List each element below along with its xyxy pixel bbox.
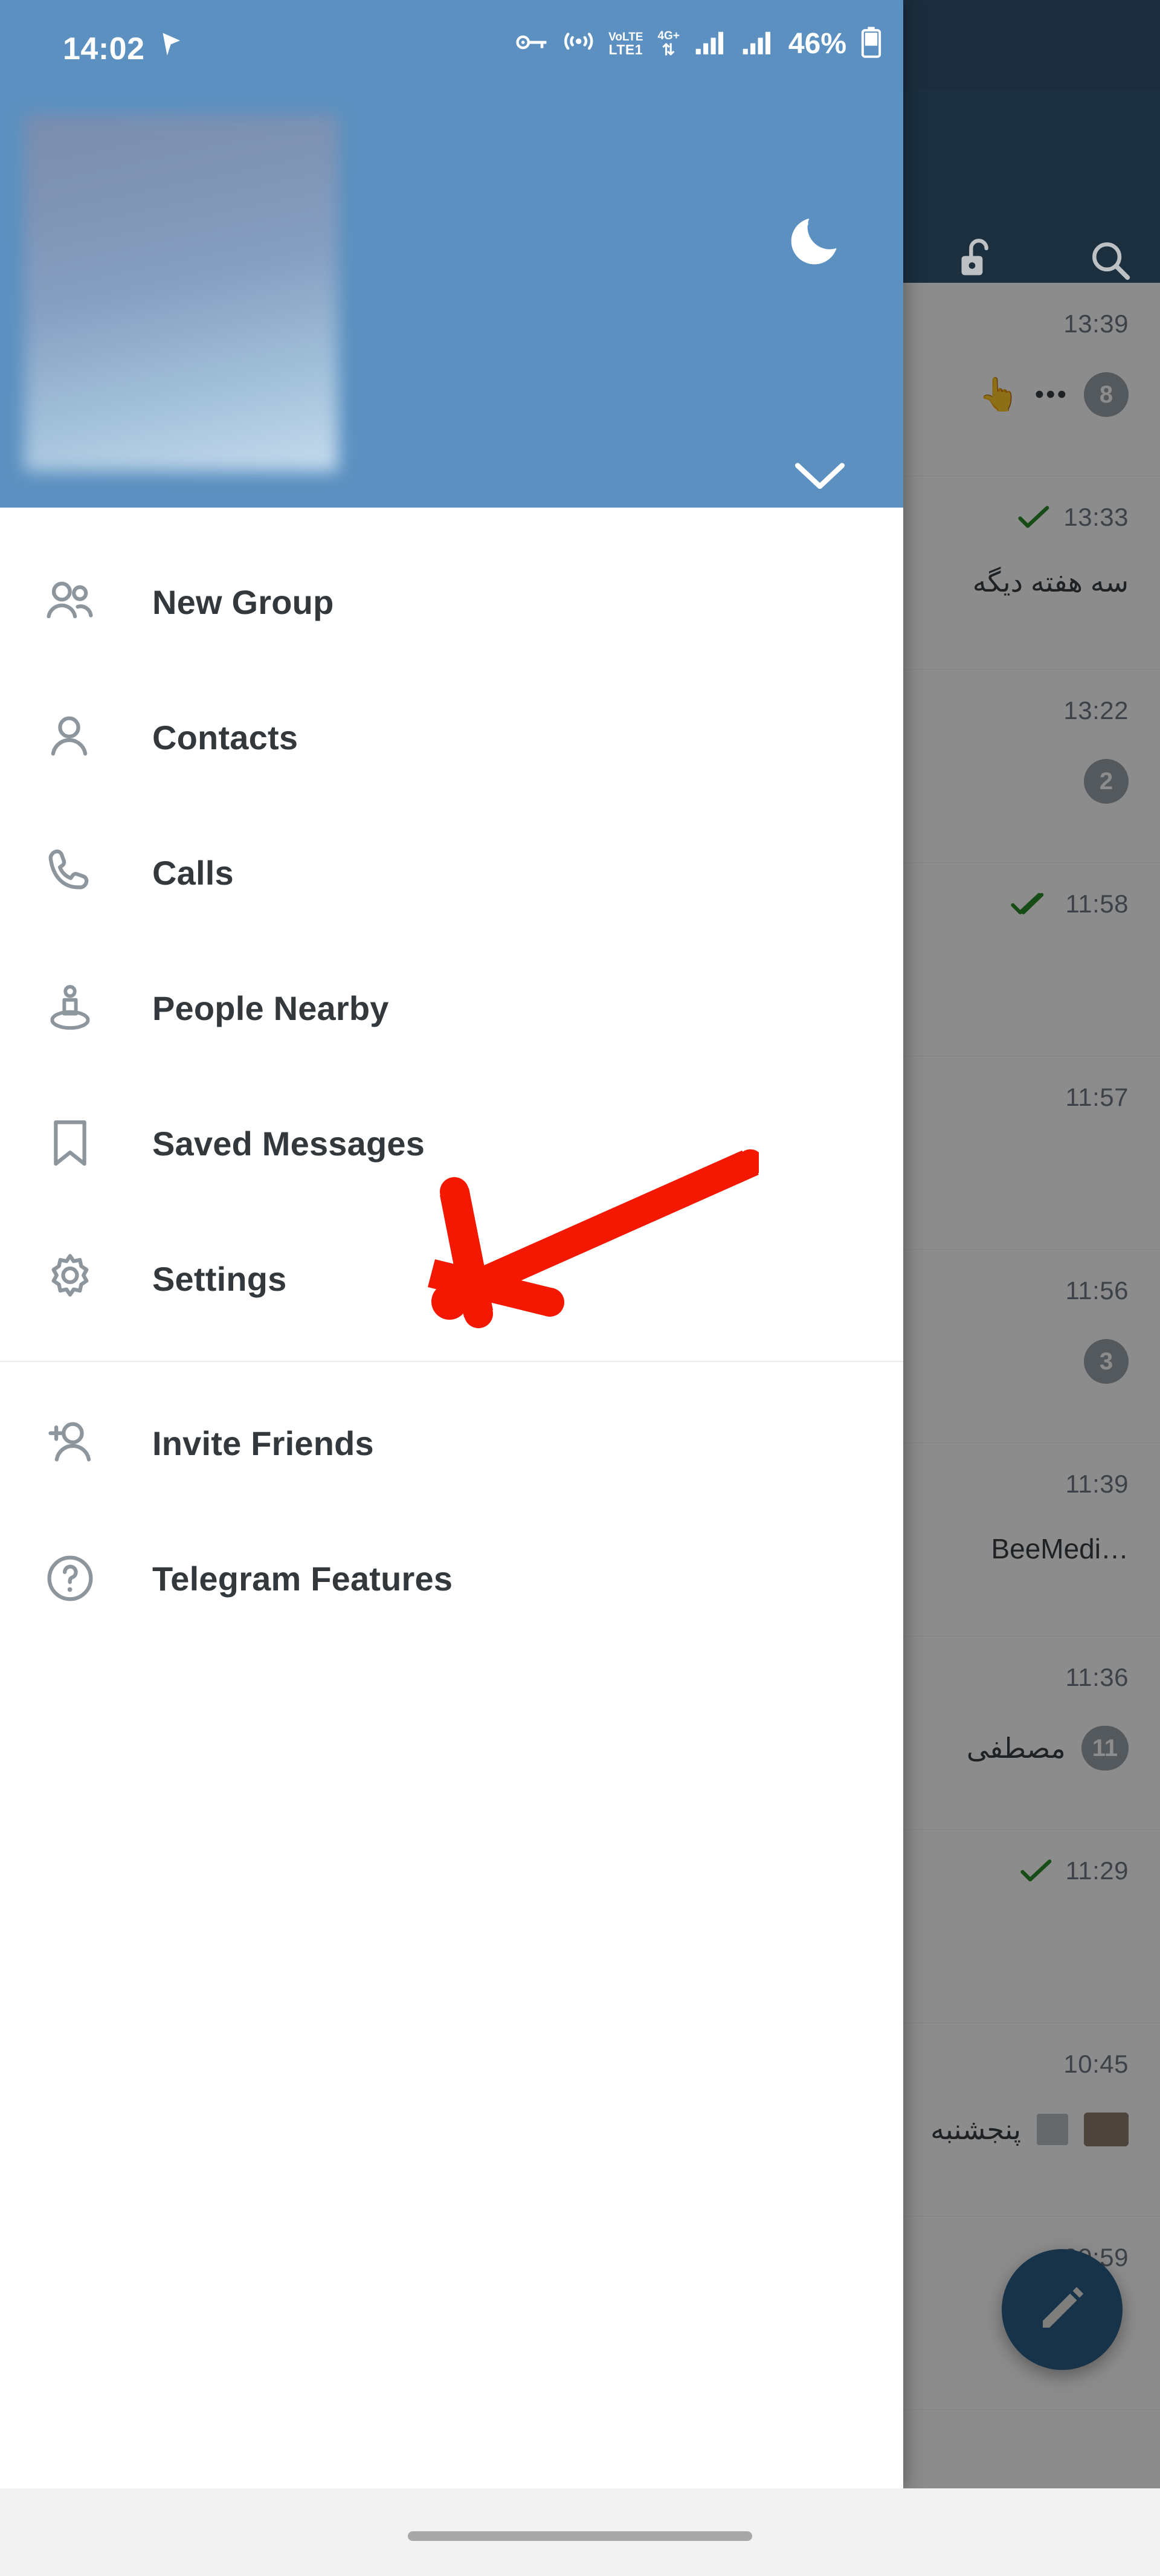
media-thumbnail	[1084, 2113, 1129, 2146]
people-group-icon	[41, 573, 114, 631]
compose-fab-button[interactable]	[1002, 2249, 1123, 2370]
chat-snippet: سه هفته دیگه	[973, 566, 1129, 598]
drawer-header	[0, 89, 903, 508]
question-circle-icon	[41, 1549, 114, 1607]
menu-item-label: Invite Friends	[152, 1424, 374, 1463]
battery-percent-label: 46%	[788, 27, 846, 60]
menu-item-telegram-features[interactable]: Telegram Features	[0, 1511, 903, 1646]
gear-icon	[41, 1250, 114, 1308]
people-nearby-icon	[41, 979, 114, 1037]
gesture-navigation-bar	[0, 2488, 1160, 2576]
menu-item-label: New Group	[152, 583, 334, 622]
unlock-icon[interactable]	[956, 234, 1002, 285]
unread-badge: 2	[1084, 759, 1129, 804]
status-bar-left: 14:02	[63, 30, 184, 67]
attachment-icon	[1037, 2114, 1068, 2145]
double-check-icon	[1010, 891, 1052, 917]
search-icon[interactable]	[1086, 236, 1133, 283]
chat-timestamp: 13:39	[1063, 309, 1129, 338]
hand-emoji: 👆	[979, 378, 1019, 411]
menu-item-label: Calls	[152, 853, 234, 893]
status-bar-right: VoLTE LTE1 4G+ ⇅	[515, 27, 903, 61]
single-check-icon	[1017, 505, 1050, 530]
location-arrow-icon	[158, 30, 184, 67]
menu-item-settings[interactable]: Settings	[0, 1211, 903, 1346]
chat-timestamp: 11:57	[1066, 1083, 1129, 1112]
menu-item-contacts[interactable]: Contacts	[0, 670, 903, 805]
menu-item-saved-messages[interactable]: Saved Messages	[0, 1076, 903, 1211]
signal-sim2-icon	[741, 28, 774, 59]
menu-item-new-group[interactable]: New Group	[0, 534, 903, 670]
menu-item-label: Telegram Features	[152, 1559, 453, 1598]
avatar[interactable]	[24, 115, 338, 471]
bookmark-icon	[41, 1114, 114, 1172]
clock-label: 14:02	[63, 31, 145, 67]
navigation-drawer[interactable]: 14:02	[0, 0, 903, 2490]
chat-snippet: BeeMedi…	[991, 1532, 1129, 1565]
menu-item-label: Contacts	[152, 718, 298, 757]
battery-icon	[861, 27, 881, 61]
unread-badge: 3	[1084, 1339, 1129, 1384]
menu-divider	[0, 1361, 903, 1362]
chat-snippet: مصطفی	[967, 1732, 1066, 1764]
volte-lte-icon: VoLTE LTE1	[608, 31, 643, 57]
menu-item-invite-friends[interactable]: Invite Friends	[0, 1375, 903, 1511]
chat-timestamp: 11:58	[1066, 889, 1129, 918]
single-check-icon	[1020, 1858, 1052, 1884]
chat-timestamp: 13:22	[1063, 696, 1129, 725]
phone-icon	[41, 844, 114, 902]
chat-timestamp: 11:39	[1066, 1470, 1129, 1499]
menu-item-label: Settings	[152, 1259, 287, 1299]
vpn-key-icon	[515, 30, 549, 57]
person-icon	[41, 708, 114, 766]
menu-item-calls[interactable]: Calls	[0, 805, 903, 940]
signal-sim1-icon	[694, 28, 727, 59]
menu-item-label: People Nearby	[152, 989, 389, 1028]
moon-icon[interactable]	[785, 208, 848, 274]
person-add-icon	[41, 1414, 114, 1472]
menu-item-label: Saved Messages	[152, 1124, 425, 1163]
menu-item-people-nearby[interactable]: People Nearby	[0, 940, 903, 1076]
chat-timestamp: 13:33	[1063, 503, 1129, 532]
chat-timestamp: 11:29	[1066, 1856, 1129, 1885]
chat-timestamp: 10:45	[1063, 2050, 1129, 2079]
unread-badge: 11	[1081, 1726, 1129, 1771]
typing-dots: •••	[1035, 379, 1068, 410]
drawer-menu[interactable]: New Group Contacts Calls	[0, 508, 903, 1646]
pencil-icon	[1033, 2279, 1091, 2340]
chat-timestamp: 11:56	[1066, 1276, 1129, 1305]
status-bar: 14:02	[0, 0, 903, 89]
home-indicator[interactable]	[408, 2531, 752, 2541]
chevron-down-icon[interactable]	[792, 459, 848, 496]
chat-timestamp: 11:36	[1066, 1663, 1129, 1692]
unread-badge: 8	[1084, 372, 1129, 417]
hotspot-icon	[564, 28, 594, 59]
4g-plus-icon: 4G+ ⇅	[657, 30, 679, 57]
chat-snippet: پنجشنبه	[930, 2113, 1021, 2146]
phone-screen: 13:39 8 ••• 👆 13:33 سه هفته دیگه	[0, 0, 1160, 2576]
